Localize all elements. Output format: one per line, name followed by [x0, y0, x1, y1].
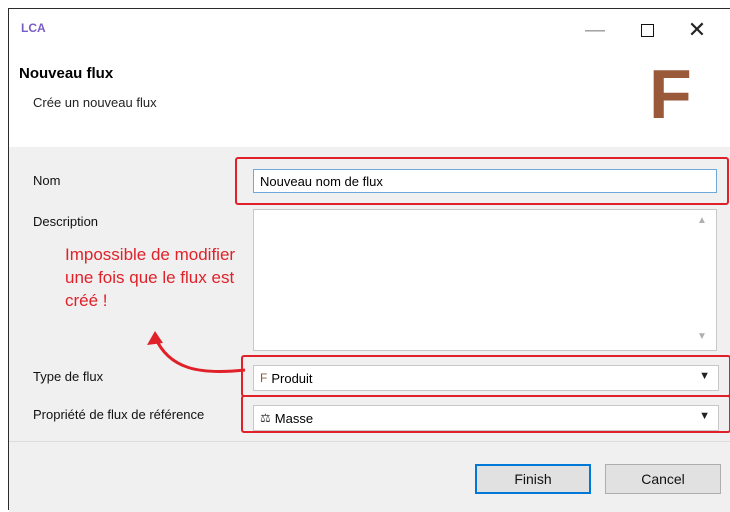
- dialog-header: Nouveau flux Crée un nouveau flux F: [9, 49, 730, 148]
- description-label: Description: [33, 214, 99, 229]
- scale-icon: ⚖: [260, 411, 271, 425]
- scroll-up-icon[interactable]: ▲: [697, 215, 707, 226]
- close-icon: ✕: [687, 17, 707, 42]
- dialog-subtitle: Crée un nouveau flux: [33, 95, 157, 110]
- app-logo: LCA: [21, 21, 46, 35]
- dialog-title: Nouveau flux: [19, 65, 114, 82]
- dialog-footer: Finish Cancel: [9, 441, 730, 512]
- description-textarea[interactable]: [253, 209, 717, 351]
- minimize-button[interactable]: —: [575, 17, 615, 43]
- flow-type-value: Produit: [271, 370, 313, 386]
- title-bar: LCA — ✕: [9, 9, 730, 49]
- new-flow-dialog: LCA — ✕ Nouveau flux Crée un nouveau flu…: [8, 8, 730, 512]
- reference-property-select[interactable]: ⚖ Masse ▼: [253, 405, 719, 431]
- reference-property-label: Propriété de flux de référence: [33, 407, 205, 422]
- nom-label: Nom: [33, 173, 61, 188]
- annotation-note: Impossible de modifier une fois que le f…: [65, 245, 236, 310]
- flow-wizard-icon: F: [649, 55, 692, 133]
- minimize-icon: —: [585, 18, 605, 41]
- cancel-button[interactable]: Cancel: [605, 464, 721, 494]
- chevron-down-icon: ▼: [699, 410, 710, 422]
- chevron-down-icon: ▼: [699, 370, 710, 382]
- nom-input[interactable]: [253, 169, 717, 193]
- flow-type-select[interactable]: F Produit ▼: [253, 365, 719, 391]
- flow-product-icon: F: [260, 371, 268, 385]
- finish-button[interactable]: Finish: [475, 464, 591, 494]
- form-area: Nom Description ▲ ▼ Impossible de modifi…: [9, 147, 730, 441]
- scroll-down-icon[interactable]: ▼: [697, 331, 707, 342]
- reference-property-value: Masse: [274, 410, 314, 426]
- close-button[interactable]: ✕: [677, 17, 717, 43]
- flow-type-label: Type de flux: [33, 369, 104, 384]
- annotation-arrow-icon: [147, 331, 246, 374]
- maximize-button[interactable]: [627, 17, 667, 43]
- maximize-icon: [640, 23, 654, 37]
